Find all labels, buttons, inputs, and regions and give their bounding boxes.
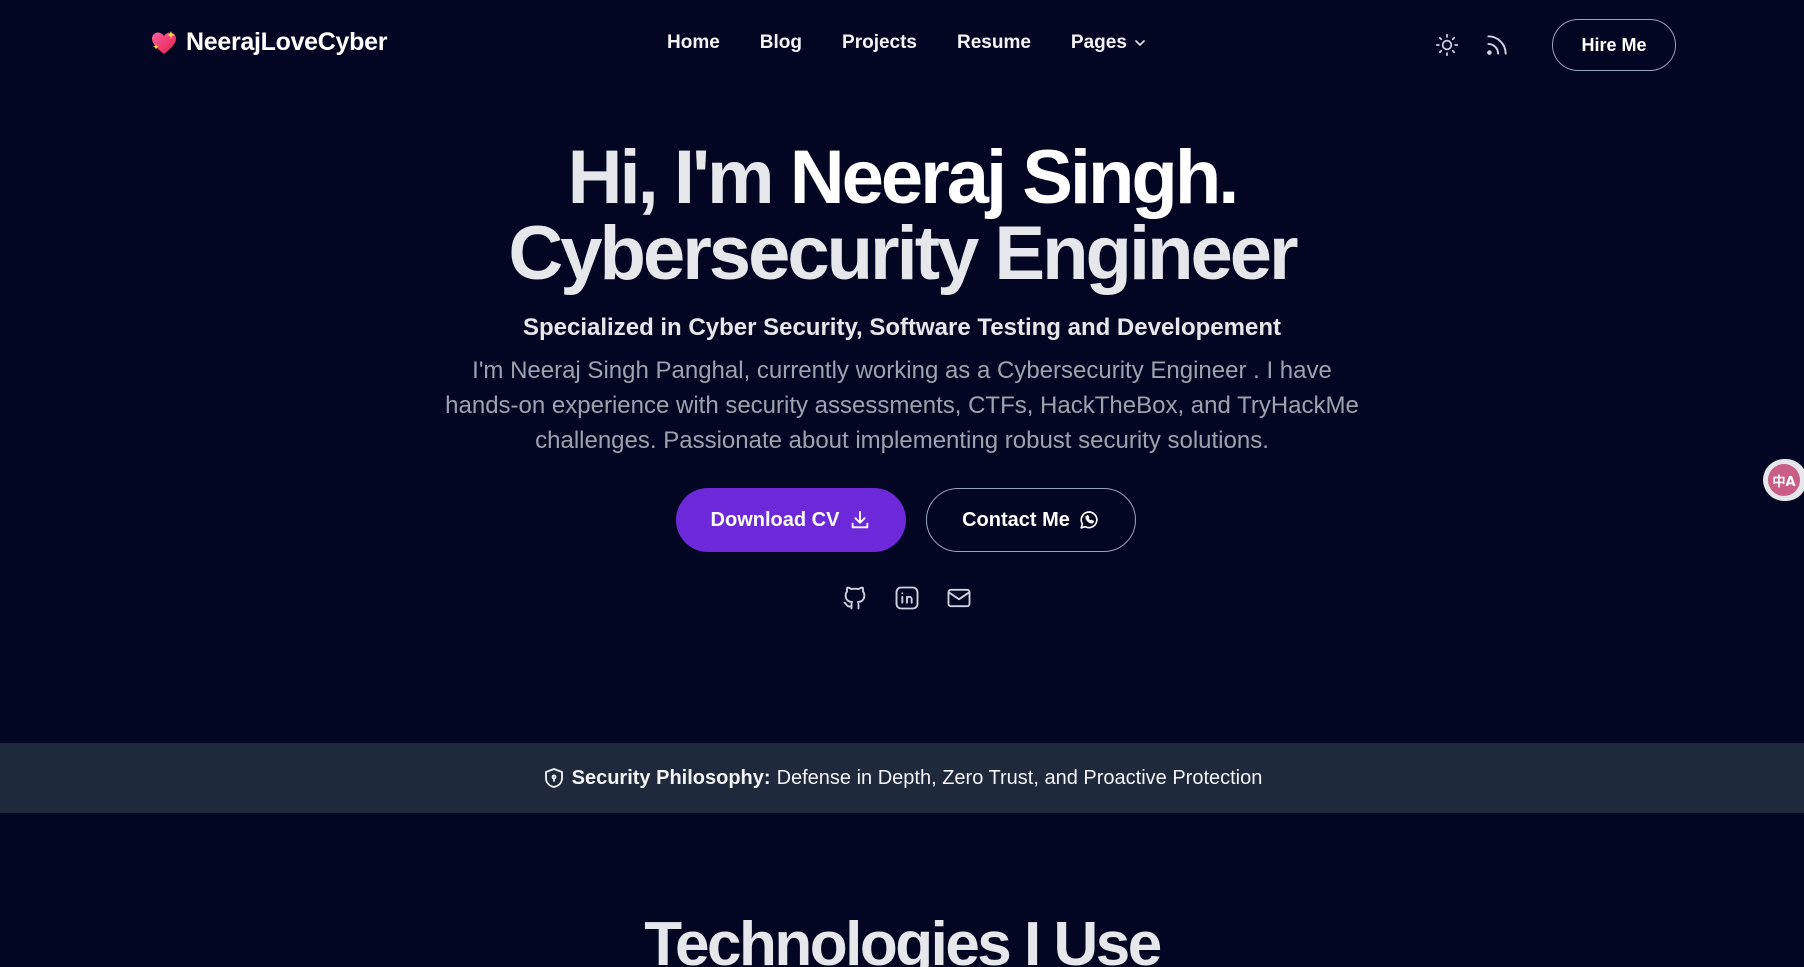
main-menu: Home Blog Projects Resume Pages: [667, 32, 1147, 54]
shield-icon: [544, 768, 563, 788]
banner-label: Security Philosophy:: [571, 766, 771, 789]
github-icon[interactable]: [841, 584, 869, 612]
mail-icon[interactable]: [945, 584, 973, 612]
banner-text: Defense in Depth, Zero Trust, and Proact…: [776, 766, 1263, 789]
hero-description: I'm Neeraj Singh Panghal, currently work…: [445, 357, 1359, 454]
chevron-down-icon: [1135, 40, 1145, 46]
technologies-section-title: Technologies I Use: [644, 910, 1162, 967]
translate-icon: 中A: [1768, 464, 1800, 496]
nav-pages-dropdown[interactable]: Pages: [1071, 32, 1147, 54]
heart-sparkle-icon: [152, 30, 176, 54]
hero-title-role: Cybersecurity Engineer: [508, 211, 1298, 296]
download-cv-label: Download CV: [710, 508, 840, 531]
translate-button[interactable]: 中A: [1763, 459, 1804, 501]
nav-home[interactable]: Home: [667, 32, 720, 54]
rss-icon[interactable]: [1484, 32, 1510, 58]
nav-pages-label: Pages: [1070, 32, 1127, 53]
security-philosophy-banner: Security Philosophy: Defense in Depth, Z…: [0, 743, 1804, 813]
hero-title: Hi, I'm Neeraj Singh. Cybersecurity Engi…: [0, 140, 1804, 292]
nav-projects[interactable]: Projects: [842, 32, 917, 54]
brand-name: NeerajLoveCyber: [186, 28, 388, 56]
top-navbar: NeerajLoveCyber Home Blog Projects Resum…: [0, 0, 1804, 90]
sun-icon[interactable]: [1434, 32, 1460, 58]
contact-me-label: Contact Me: [962, 508, 1070, 531]
linkedin-icon[interactable]: [893, 584, 921, 612]
nav-resume[interactable]: Resume: [957, 32, 1031, 54]
download-icon: [852, 510, 869, 529]
hire-me-button[interactable]: Hire Me: [1552, 19, 1676, 71]
nav-blog[interactable]: Blog: [760, 32, 802, 54]
brand-logo[interactable]: NeerajLoveCyber: [150, 28, 387, 57]
hero-title-name: Neeraj Singh.: [789, 135, 1240, 220]
download-cv-button[interactable]: Download CV: [676, 488, 906, 552]
contact-me-button[interactable]: Contact Me: [926, 488, 1136, 552]
social-links: [841, 584, 973, 612]
whatsapp-icon: [1080, 511, 1098, 529]
hero-subtitle: Specialized in Cyber Security, Software …: [523, 314, 1281, 341]
hero-title-intro: Hi, I'm: [567, 135, 790, 220]
